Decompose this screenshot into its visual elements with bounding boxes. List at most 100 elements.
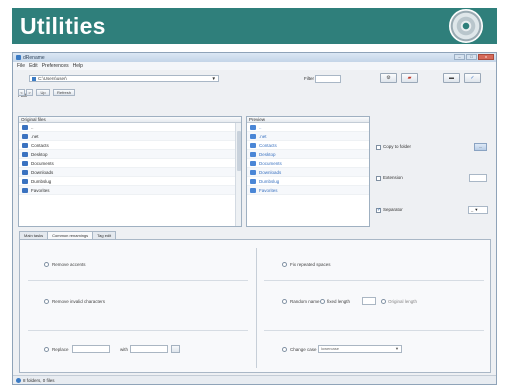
list-item[interactable]: Contacts — [19, 141, 241, 150]
chevron-down-icon[interactable]: ▼ — [212, 76, 216, 81]
row-divider — [264, 330, 484, 331]
panel-divider — [256, 248, 257, 368]
maximize-button[interactable]: □ — [466, 54, 477, 60]
menu-bar: File Edit Preferences Help — [13, 62, 496, 70]
minimize-button[interactable]: – — [454, 54, 465, 60]
original-length-label: Original length — [388, 299, 418, 304]
folder-icon: ▰ — [407, 75, 412, 81]
extension-label: Extension — [383, 175, 403, 180]
length-stepper[interactable] — [362, 297, 376, 305]
status-bar: 8 folders, 0 files — [13, 375, 496, 384]
window-title: dRename — [23, 54, 45, 61]
tab-main-tasks[interactable]: Main tasks — [19, 231, 49, 239]
row-divider — [28, 280, 248, 281]
path-value: C:\Users\user\ — [38, 76, 67, 81]
copy-to-folder-option: Copy to folder ... — [376, 143, 492, 153]
replace-label: Replace — [52, 347, 69, 352]
app-window: dRename – □ x File Edit Preferences Help… — [12, 52, 497, 385]
folder-icon — [32, 77, 36, 81]
print-button[interactable]: ▬ — [443, 73, 460, 83]
list-item[interactable]: Desktop — [247, 150, 369, 159]
tab-bar: Main tasks Common renamings Tag edit — [19, 231, 117, 240]
folder-icon — [250, 152, 256, 157]
extension-checkbox[interactable] — [376, 176, 381, 181]
filter-input[interactable] — [315, 75, 341, 83]
original-files-scrollbar[interactable] — [235, 123, 241, 226]
open-folder-button[interactable]: ▰ — [401, 73, 418, 83]
separator-checkbox[interactable] — [376, 207, 381, 213]
chevron-down-icon: ▼ — [395, 346, 399, 351]
back-button[interactable]: < — [18, 89, 25, 96]
copy-to-folder-label: Copy to folder — [383, 144, 412, 149]
list-item[interactable]: .. — [247, 123, 369, 132]
folder-icon — [250, 143, 256, 148]
common-renamings-panel: Remove accents Remove invalid characters… — [19, 239, 491, 373]
case-select[interactable]: lowercase ▼ — [318, 345, 402, 353]
separator-option: Separator _ ▼ — [376, 206, 492, 216]
menu-preferences[interactable]: Preferences — [42, 63, 69, 69]
list-item[interactable]: .net — [19, 132, 241, 141]
original-length-radio[interactable] — [381, 299, 386, 304]
list-item[interactable]: .. — [19, 123, 241, 132]
separator-select[interactable]: _ ▼ — [468, 206, 488, 214]
list-item[interactable]: Documents — [19, 159, 241, 168]
list-item[interactable]: Dumbslug — [247, 177, 369, 186]
up-button[interactable]: Up — [36, 89, 50, 96]
remove-invalid-radio[interactable] — [44, 299, 49, 304]
folder-icon — [22, 170, 28, 175]
list-item[interactable]: Favorites — [247, 186, 369, 195]
app-icon — [16, 55, 21, 60]
forward-button[interactable]: > — [26, 89, 33, 96]
scroll-thumb[interactable] — [237, 131, 241, 171]
apply-button[interactable]: ✓ — [464, 73, 481, 83]
fix-spaces-radio[interactable] — [282, 262, 287, 267]
menu-help[interactable]: Help — [73, 63, 83, 69]
extension-field[interactable] — [469, 174, 487, 182]
with-label: with — [120, 347, 129, 352]
folder-icon — [22, 179, 28, 184]
with-input[interactable] — [130, 345, 168, 353]
list-item[interactable]: Contacts — [247, 141, 369, 150]
folder-icon — [250, 161, 256, 166]
menu-file[interactable]: File — [17, 63, 25, 69]
random-name-label: Random name — [290, 299, 320, 304]
remove-invalid-label: Remove invalid characters — [52, 299, 106, 304]
gear-icon: ⚙ — [386, 75, 391, 81]
random-name-radio[interactable] — [282, 299, 287, 304]
refresh-button[interactable]: Refresh — [53, 89, 75, 96]
list-item[interactable]: Downloads — [19, 168, 241, 177]
replace-radio[interactable] — [44, 347, 49, 352]
folder-icon — [22, 143, 28, 148]
info-icon — [16, 377, 21, 383]
original-files-pane[interactable]: Original files .. .net Contacts Desktop … — [18, 116, 242, 227]
change-case-radio[interactable] — [282, 347, 287, 352]
check-icon: ✓ — [470, 75, 475, 81]
remove-accents-radio[interactable] — [44, 262, 49, 267]
row-divider — [28, 330, 248, 331]
list-item[interactable]: Documents — [247, 159, 369, 168]
tab-tag-edit[interactable]: Tag edit — [92, 231, 117, 239]
settings-button[interactable]: ⚙ — [380, 73, 397, 83]
list-item[interactable]: Favorites — [19, 186, 241, 195]
path-input[interactable]: C:\Users\user\ ▼ — [29, 75, 219, 82]
browse-folder-button[interactable]: ... — [474, 143, 487, 151]
replace-input[interactable] — [72, 345, 110, 353]
preview-pane[interactable]: Preview .. .net Contacts Desktop Documen… — [246, 116, 370, 227]
list-item[interactable]: Desktop — [19, 150, 241, 159]
folder-icon — [22, 161, 28, 166]
close-button[interactable]: x — [478, 54, 494, 60]
fix-spaces-label: Fix repeated spaces — [290, 262, 331, 267]
article-banner: Utilities — [0, 0, 509, 52]
row-divider — [264, 280, 484, 281]
rename-options: Copy to folder ... Extension Separator _… — [376, 121, 492, 231]
list-item[interactable]: .net — [247, 132, 369, 141]
folder-icon — [250, 179, 256, 184]
menu-edit[interactable]: Edit — [29, 63, 38, 69]
list-item[interactable]: Downloads — [247, 168, 369, 177]
folder-icon — [22, 188, 28, 193]
remove-accents-label: Remove accents — [52, 262, 86, 267]
copy-to-folder-checkbox[interactable] — [376, 145, 381, 150]
replace-options-button[interactable] — [171, 345, 180, 353]
fixed-length-radio[interactable] — [320, 299, 325, 304]
list-item[interactable]: Dumbslug — [19, 177, 241, 186]
